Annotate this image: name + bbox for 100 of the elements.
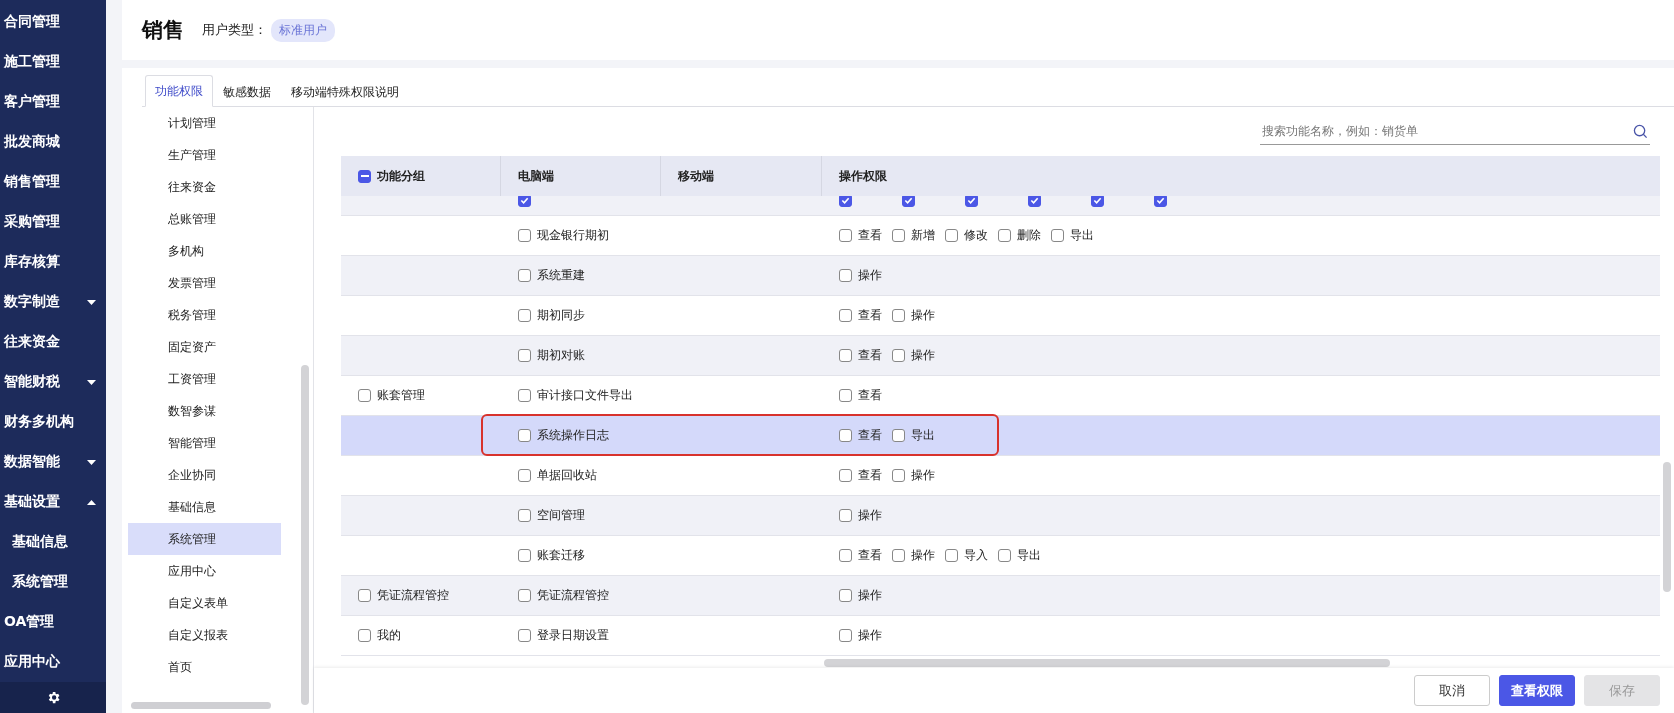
checkbox[interactable]	[518, 229, 531, 242]
checkbox[interactable]	[839, 509, 852, 522]
nav-item[interactable]: 销售管理	[0, 162, 106, 202]
feature-checkbox-label[interactable]: 期初同步	[518, 307, 585, 324]
nav-item[interactable]: 数字制造	[0, 282, 106, 322]
tree-item[interactable]: 基础信息	[128, 491, 281, 523]
checkbox[interactable]	[839, 349, 852, 362]
feature-checkbox-label[interactable]: 单据回收站	[518, 467, 597, 484]
tree-item[interactable]: 总账管理	[128, 203, 281, 235]
nav-subitem[interactable]: 基础信息	[0, 522, 106, 562]
permission-checkbox-label[interactable]: 查看	[839, 227, 882, 244]
tree-item[interactable]: 税务管理	[128, 299, 281, 331]
permission-checkbox-label[interactable]: 查看	[839, 547, 882, 564]
checkbox[interactable]	[892, 429, 905, 442]
table-row[interactable]: 期初对账 查看 操作	[341, 336, 1660, 376]
tree-item[interactable]: 企业协同	[128, 459, 281, 491]
permission-checkbox-label[interactable]: 查看	[839, 307, 882, 324]
table-row[interactable]: 空间管理 操作	[341, 496, 1660, 536]
tree-item[interactable]: 生产管理	[128, 139, 281, 171]
permission-checkbox-label[interactable]: 查看	[839, 387, 882, 404]
horizontal-scrollbar[interactable]	[824, 658, 1390, 667]
tree-item[interactable]: 自定义表单	[128, 587, 281, 619]
checkbox[interactable]	[839, 309, 852, 322]
tree-item[interactable]: 应用中心	[128, 555, 281, 587]
checkbox[interactable]	[839, 629, 852, 642]
nav-item[interactable]: 应用中心	[0, 642, 106, 682]
vertical-scrollbar[interactable]	[1663, 462, 1671, 592]
tree-item[interactable]: 自定义报表	[128, 619, 281, 651]
checkbox[interactable]	[839, 589, 852, 602]
search-icon[interactable]	[1633, 123, 1648, 139]
nav-item[interactable]: 库存核算	[0, 242, 106, 282]
nav-item[interactable]: 批发商城	[0, 122, 106, 162]
checkbox[interactable]	[1051, 229, 1064, 242]
checkbox[interactable]	[945, 549, 958, 562]
checkbox[interactable]	[1028, 196, 1041, 207]
permission-checkbox-label[interactable]: 操作	[892, 467, 935, 484]
checkbox[interactable]	[839, 429, 852, 442]
feature-checkbox-label[interactable]: 审计接口文件导出	[518, 387, 633, 404]
nav-item[interactable]: 数据智能	[0, 442, 106, 482]
feature-checkbox-label[interactable]: 登录日期设置	[518, 627, 609, 644]
permission-checkbox-label[interactable]: 操作	[892, 547, 935, 564]
search-field[interactable]: 搜索功能名称，例如：销货单	[1260, 118, 1650, 145]
horizontal-scrollbar[interactable]	[131, 702, 271, 709]
checkbox[interactable]	[902, 196, 915, 207]
feature-checkbox-label[interactable]: 现金银行期初	[518, 227, 609, 244]
nav-item[interactable]: 财务多机构	[0, 402, 106, 442]
table-row[interactable]: 系统操作日志 查看 导出	[341, 416, 1660, 456]
permission-checkbox-label[interactable]: 导出	[892, 427, 935, 444]
permission-checkbox-label[interactable]: 查看	[839, 427, 882, 444]
tree-item[interactable]: 首页	[128, 651, 281, 683]
nav-item[interactable]: 基础设置	[0, 482, 106, 522]
footer-button[interactable]: 查看权限	[1499, 675, 1575, 706]
checkbox[interactable]	[518, 589, 531, 602]
feature-checkbox-label[interactable]: 系统操作日志	[518, 427, 609, 444]
permission-checkbox-label[interactable]: 操作	[839, 627, 882, 644]
permission-checkbox-label[interactable]: 操作	[839, 587, 882, 604]
nav-item[interactable]: 合同管理	[0, 2, 106, 42]
nav-item[interactable]: 往来资金	[0, 322, 106, 362]
tree-item[interactable]: 发票管理	[128, 267, 281, 299]
permission-checkbox-label[interactable]: 操作	[839, 507, 882, 524]
permission-checkbox-label[interactable]: 导出	[1051, 227, 1094, 244]
checkbox[interactable]	[518, 469, 531, 482]
checkbox[interactable]	[518, 629, 531, 642]
checkbox[interactable]	[518, 309, 531, 322]
checkbox[interactable]	[518, 196, 531, 207]
group-checkbox-label[interactable]: 账套管理	[358, 387, 425, 404]
checkbox[interactable]	[892, 309, 905, 322]
checkbox[interactable]	[892, 349, 905, 362]
checkbox[interactable]	[358, 389, 371, 402]
checkbox[interactable]	[518, 549, 531, 562]
checkbox[interactable]	[518, 509, 531, 522]
permission-checkbox-label[interactable]: 删除	[998, 227, 1041, 244]
nav-item[interactable]: 客户管理	[0, 82, 106, 122]
checkbox[interactable]	[358, 629, 371, 642]
table-row[interactable]	[341, 196, 1660, 216]
feature-checkbox-label[interactable]: 期初对账	[518, 347, 585, 364]
checkbox[interactable]	[518, 389, 531, 402]
tree-item[interactable]: 系统管理	[128, 523, 281, 555]
checkbox[interactable]	[839, 469, 852, 482]
table-row[interactable]: 凭证流程管控 凭证流程管控 操作	[341, 576, 1660, 616]
tab[interactable]: 敏感数据	[213, 76, 281, 107]
checkbox[interactable]	[1091, 196, 1104, 207]
tree-item[interactable]: 工资管理	[128, 363, 281, 395]
checkbox[interactable]	[998, 229, 1011, 242]
nav-item[interactable]: 施工管理	[0, 42, 106, 82]
permission-checkbox-label[interactable]: 修改	[945, 227, 988, 244]
checkbox[interactable]	[965, 196, 978, 207]
permission-checkbox-label[interactable]: 操作	[839, 267, 882, 284]
permission-checkbox-label[interactable]: 操作	[892, 347, 935, 364]
tree-item[interactable]: 往来资金	[128, 171, 281, 203]
checkbox[interactable]	[945, 229, 958, 242]
permission-checkbox-label[interactable]: 新增	[892, 227, 935, 244]
checkbox[interactable]	[839, 549, 852, 562]
checkbox[interactable]	[358, 589, 371, 602]
permission-checkbox-label[interactable]: 查看	[839, 467, 882, 484]
checkbox[interactable]	[518, 429, 531, 442]
feature-checkbox-label[interactable]: 凭证流程管控	[518, 587, 609, 604]
table-row[interactable]: 系统重建 操作	[341, 256, 1660, 296]
permission-checkbox-label[interactable]: 操作	[892, 307, 935, 324]
tab[interactable]: 移动端特殊权限说明	[281, 76, 409, 107]
